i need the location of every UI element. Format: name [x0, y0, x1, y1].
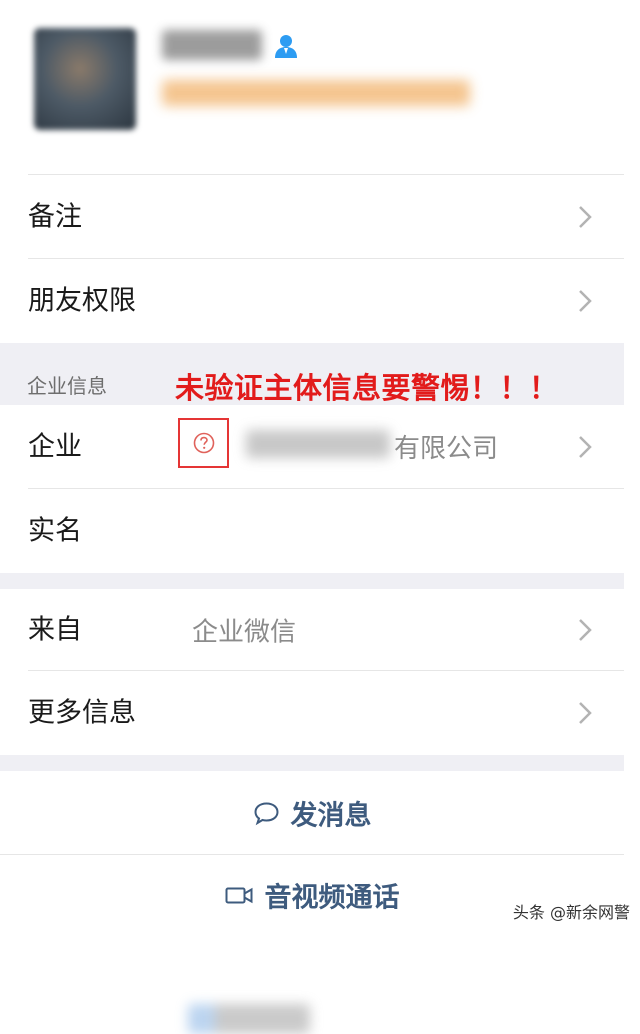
video-camera-icon [225, 887, 253, 903]
person-icon [275, 35, 297, 58]
section-gap [0, 573, 624, 589]
profile-header [0, 0, 624, 175]
source-label: 来自 [28, 614, 82, 646]
permissions-label: 朋友权限 [28, 285, 136, 317]
remark-label: 备注 [28, 201, 82, 233]
av-call-label: 音视频通话 [264, 882, 400, 914]
permissions-row[interactable]: 朋友权限 [0, 259, 624, 343]
company-value-blurred [246, 430, 390, 458]
chevron-right-icon [579, 436, 592, 458]
source-value: 企业微信 [192, 617, 297, 648]
chat-bubble-icon [254, 801, 279, 825]
realname-label: 实名 [28, 515, 82, 547]
warning-annotation: 未验证主体信息要警惕！！！ [175, 371, 559, 405]
realname-value-blurred [188, 1004, 310, 1034]
chevron-right-icon [579, 702, 592, 724]
company-name-blurred [162, 80, 470, 106]
section-gap [0, 755, 624, 771]
company-label: 企业 [28, 431, 82, 463]
unverified-highlight-box [178, 418, 229, 468]
contact-name-blurred [162, 30, 262, 60]
chevron-right-icon [579, 290, 592, 312]
question-circle-icon[interactable] [193, 432, 215, 454]
more-info-label: 更多信息 [28, 697, 136, 729]
chevron-right-icon [579, 206, 592, 228]
chevron-right-icon [579, 619, 592, 641]
remark-row[interactable]: 备注 [0, 175, 624, 259]
more-info-row[interactable]: 更多信息 [0, 671, 624, 755]
send-message-button[interactable]: 发消息 [0, 771, 624, 855]
avatar[interactable] [34, 28, 136, 130]
section-title: 企业信息 [27, 374, 107, 398]
av-call-button[interactable]: 音视频通话 [0, 855, 624, 935]
realname-row: 实名 [0, 489, 624, 1034]
watermark: 头条 @新余网警 [512, 903, 630, 922]
send-message-label: 发消息 [290, 800, 372, 832]
company-suffix: 有限公司 [394, 434, 499, 464]
source-row[interactable]: 来自 企业微信 [0, 589, 624, 671]
